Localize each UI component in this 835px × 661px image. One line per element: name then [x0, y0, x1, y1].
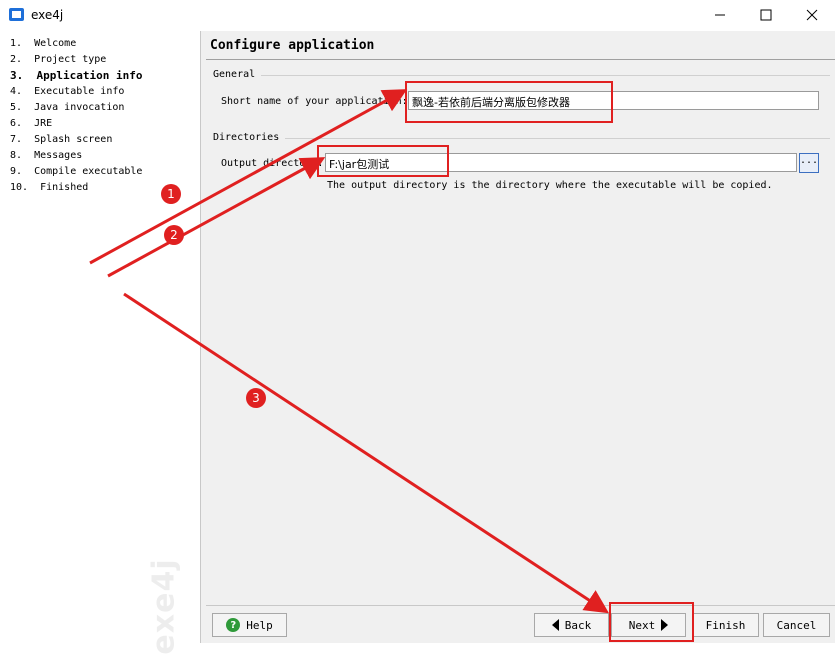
help-button-label: Help — [246, 618, 273, 632]
main-panel: Configure application General Short name… — [201, 31, 835, 643]
output-directory-hint: The output directory is the directory wh… — [327, 180, 773, 191]
step-splash-screen: 7. Splash screen — [10, 134, 113, 145]
step-jre: 6. JRE — [10, 118, 53, 129]
window-title: exe4j — [31, 8, 64, 22]
back-arrow-icon — [551, 619, 559, 631]
directories-group-line — [285, 138, 830, 139]
general-group-label: General — [213, 69, 260, 80]
back-button[interactable]: Back — [534, 613, 609, 637]
directories-group-label: Directories — [213, 132, 284, 143]
maximize-icon — [760, 9, 772, 21]
cancel-button-label: Cancel — [776, 618, 817, 632]
button-bar-divider — [206, 605, 835, 606]
step-compile-executable: 9. Compile executable — [10, 166, 143, 177]
general-group-line — [261, 75, 830, 76]
minimize-icon — [715, 14, 725, 16]
back-button-label: Back — [564, 618, 592, 632]
maximize-button[interactable] — [743, 0, 789, 30]
step-messages: 8. Messages — [10, 150, 83, 161]
step-welcome: 1. Welcome — [10, 38, 77, 49]
close-icon — [806, 9, 818, 21]
exe4j-watermark: exe4j — [146, 558, 182, 655]
next-button[interactable]: Next — [611, 613, 686, 637]
output-directory-input[interactable]: F:\jar包测试 — [325, 153, 797, 172]
wizard-steps-sidebar: 1. Welcome 2. Project type 3. Applicatio… — [0, 31, 201, 655]
help-button[interactable]: ? Help — [212, 613, 287, 637]
step-finished: 10. Finished — [10, 182, 89, 193]
app-icon — [9, 8, 24, 21]
step-application-info: 3. Application info — [10, 69, 143, 82]
minimize-button[interactable] — [697, 0, 743, 30]
next-button-label: Next — [628, 618, 656, 632]
output-directory-label: Output directory: — [221, 158, 324, 169]
next-arrow-icon — [661, 619, 669, 631]
step-executable-info: 4. Executable info — [10, 86, 125, 97]
step-java-invocation: 5. Java invocation — [10, 102, 125, 113]
help-icon: ? — [226, 618, 241, 632]
finish-button-label: Finish — [705, 618, 746, 632]
short-name-input[interactable]: 飘逸-若依前后端分离版包修改器 — [408, 91, 819, 110]
step-project-type: 2. Project type — [10, 54, 107, 65]
title-divider — [206, 59, 835, 60]
page-title: Configure application — [210, 38, 375, 53]
title-bar: exe4j — [0, 0, 835, 32]
close-button[interactable] — [789, 0, 835, 30]
finish-button[interactable]: Finish — [692, 613, 759, 637]
cancel-button[interactable]: Cancel — [763, 613, 830, 637]
browse-directory-button[interactable]: ... — [799, 153, 819, 173]
short-name-label: Short name of your application: — [221, 96, 408, 107]
